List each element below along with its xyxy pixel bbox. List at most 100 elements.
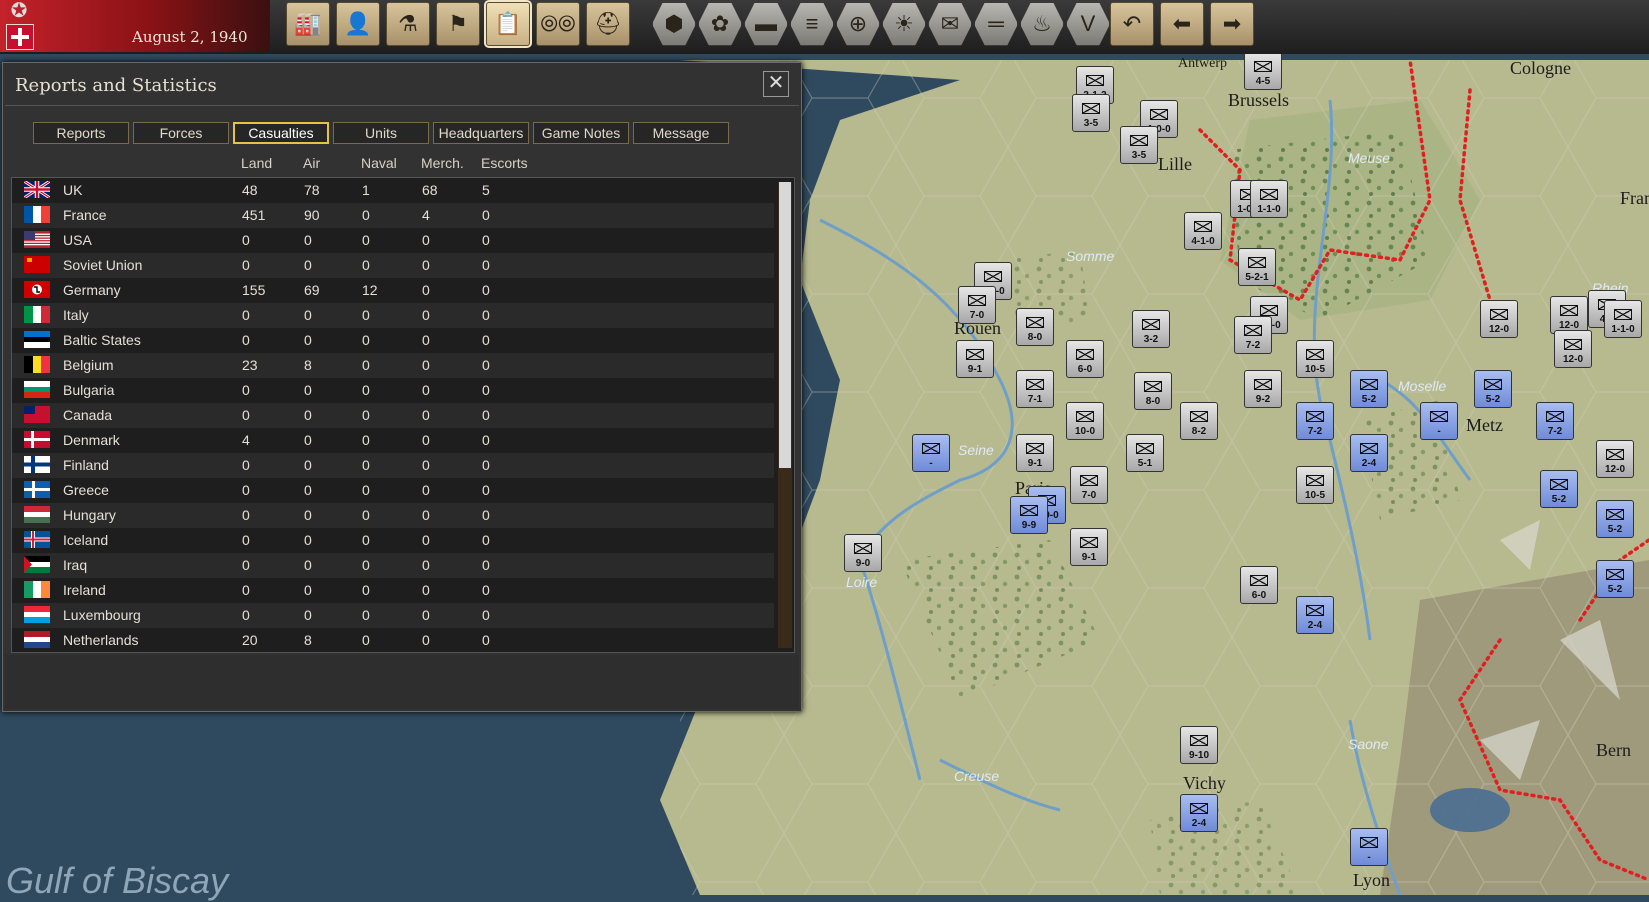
hex-icon[interactable]: ⬢ — [652, 2, 696, 46]
unit-counter[interactable]: 4-5 — [1244, 52, 1282, 90]
unit-counter[interactable]: 5-2 — [1596, 560, 1634, 598]
unit-counter[interactable]: 12-0 — [1480, 300, 1518, 338]
table-row[interactable]: Greece 0 0 0 0 0 — [12, 478, 774, 503]
uk-flag-icon[interactable] — [6, 24, 34, 50]
tab-headquarters[interactable]: Headquarters — [433, 122, 529, 144]
unit-counter[interactable]: 9-10 — [1180, 726, 1218, 764]
lines-icon[interactable]: ═ — [974, 2, 1018, 46]
hex-cluster-icon[interactable]: ✿ — [698, 2, 742, 46]
scrollbar-thumb[interactable] — [779, 182, 791, 468]
table-row[interactable]: UK 48 78 1 68 5 — [12, 178, 774, 203]
table-row[interactable]: Iraq 0 0 0 0 0 — [12, 553, 774, 578]
table-row[interactable]: Soviet Union 0 0 0 0 0 — [12, 253, 774, 278]
unit-counter[interactable]: 5-1 — [1126, 434, 1164, 472]
unit-counter[interactable]: 7-2 — [1234, 316, 1272, 354]
unit-counter[interactable]: 2-4 — [1350, 434, 1388, 472]
table-row[interactable]: Iceland 0 0 0 0 0 — [12, 528, 774, 553]
unit-counter[interactable]: 9-1 — [956, 340, 994, 378]
flame-icon[interactable]: ♨ — [1020, 2, 1064, 46]
tank-icon[interactable]: ▬ — [744, 2, 788, 46]
unit-counter[interactable]: 10-5 — [1296, 340, 1334, 378]
table-row[interactable]: Canada 0 0 0 0 0 — [12, 403, 774, 428]
tab-casualties[interactable]: Casualties — [233, 122, 329, 144]
table-row[interactable]: Italy 0 0 0 0 0 — [12, 303, 774, 328]
unit-counter[interactable]: 8-0 — [1016, 308, 1054, 346]
table-row[interactable]: Luxembourg 0 0 0 0 0 — [12, 603, 774, 628]
unit-counter[interactable]: 10-5 — [1296, 466, 1334, 504]
table-row[interactable]: Denmark 4 0 0 0 0 — [12, 428, 774, 453]
tab-message[interactable]: Message — [633, 122, 729, 144]
table-row[interactable]: Netherlands 20 8 0 0 0 — [12, 628, 774, 652]
tab-game-notes[interactable]: Game Notes — [533, 122, 629, 144]
tab-forces[interactable]: Forces — [133, 122, 229, 144]
unit-counter[interactable]: 9-2 — [1244, 370, 1282, 408]
unit-counter[interactable]: 4-1-0 — [1184, 212, 1222, 250]
intelligence-binoculars-icon[interactable]: ⦾⦾ — [536, 2, 580, 46]
diplomacy-icon[interactable]: 👤 — [336, 2, 380, 46]
unit-counter[interactable]: 6-0 — [1240, 566, 1278, 604]
unit-counter[interactable]: 6-0 — [1066, 340, 1104, 378]
next-arrow-icon[interactable]: ➡ — [1210, 2, 1254, 46]
unit-counter[interactable]: 5-2 — [1350, 370, 1388, 408]
unit-counter[interactable]: 9-1 — [1016, 434, 1054, 472]
table-row[interactable]: Hungary 0 0 0 0 0 — [12, 503, 774, 528]
unit-counter[interactable]: 2-4 — [1180, 794, 1218, 832]
unit-counter[interactable]: 9-0 — [844, 534, 882, 572]
victory-icon[interactable]: V — [1066, 2, 1110, 46]
weather-sun-icon[interactable]: ☀ — [882, 2, 926, 46]
tab-reports[interactable]: Reports — [33, 122, 129, 144]
table-scrollbar[interactable] — [778, 182, 792, 648]
unit-counter[interactable]: 7-2 — [1296, 402, 1334, 440]
undo-icon[interactable]: ↶ — [1110, 2, 1154, 46]
country-name: USA — [63, 232, 92, 248]
country-name: Hungary — [63, 507, 116, 523]
unit-counter[interactable]: 8-0 — [1134, 372, 1172, 410]
envelope-icon[interactable]: ✉ — [928, 2, 972, 46]
table-row[interactable]: Germany 155 69 12 0 0 — [12, 278, 774, 303]
unit-counter[interactable]: 7-0 — [958, 286, 996, 324]
unit-counter[interactable]: 5-2-1 — [1238, 248, 1276, 286]
unit-strength: 5-2 — [1485, 394, 1501, 405]
objectives-flag-icon[interactable]: ⚑ — [436, 2, 480, 46]
table-row[interactable]: Belgium 23 8 0 0 0 — [12, 353, 774, 378]
table-row[interactable]: Bulgaria 0 0 0 0 0 — [12, 378, 774, 403]
unit-counter[interactable]: 12-0 — [1550, 296, 1588, 334]
unit-counter[interactable]: - — [1420, 402, 1458, 440]
unit-counter[interactable]: 1-1-0 — [1250, 180, 1288, 218]
unit-counter[interactable]: 3-5 — [1120, 126, 1158, 164]
unit-counter[interactable]: 3-5 — [1072, 94, 1110, 132]
unit-counter[interactable]: 12-0 — [1554, 330, 1592, 368]
unit-counter[interactable]: 7-0 — [1070, 466, 1108, 504]
target-icon[interactable]: ⊕ — [836, 2, 880, 46]
supply-icon[interactable]: ≡ — [790, 2, 834, 46]
unit-counter[interactable]: 10-0 — [1066, 402, 1104, 440]
table-row[interactable]: USA 0 0 0 0 0 — [12, 228, 774, 253]
prev-arrow-icon[interactable]: ⬅ — [1160, 2, 1204, 46]
top-toolbar: ✪ August 2, 1940 🏭 👤 ⚗ ⚑ 📋 ⦾⦾ ⛑ ⬢ ✿ ▬ ≡ ⊕ ☀ ✉ ═ ♨ V ↶ ⬅ ➡ — [0, 0, 1649, 54]
production-icon[interactable]: 🏭 — [286, 2, 330, 46]
table-row[interactable]: France 451 90 0 4 0 — [12, 203, 774, 228]
unit-counter[interactable]: 5-2 — [1540, 470, 1578, 508]
close-icon[interactable]: ✕ — [763, 71, 789, 97]
unit-counter[interactable]: 2-4 — [1296, 596, 1334, 634]
table-row[interactable]: Baltic States 0 0 0 0 0 — [12, 328, 774, 353]
unit-counter[interactable]: - — [1350, 828, 1388, 866]
unit-counter[interactable]: 9-1 — [1070, 528, 1108, 566]
unit-counter[interactable]: 8-2 — [1180, 402, 1218, 440]
unit-counter[interactable]: 7-2 — [1536, 402, 1574, 440]
unit-counter[interactable]: 5-2 — [1596, 500, 1634, 538]
unit-counter[interactable]: 7-1 — [1016, 370, 1054, 408]
unit-counter[interactable]: 5-2 — [1474, 370, 1512, 408]
game-menu-icon[interactable]: ✪ — [4, 0, 34, 22]
table-row[interactable]: Finland 0 0 0 0 0 — [12, 453, 774, 478]
unit-counter[interactable]: 12-0 — [1596, 440, 1634, 478]
unit-counter[interactable]: - — [912, 434, 950, 472]
unit-counter[interactable]: 1-1-0 — [1604, 300, 1642, 338]
tab-units[interactable]: Units — [333, 122, 429, 144]
reports-icon[interactable]: 📋 — [484, 0, 532, 48]
helmet-icon[interactable]: ⛑ — [586, 2, 630, 46]
unit-counter[interactable]: 3-2 — [1132, 310, 1170, 348]
table-row[interactable]: Ireland 0 0 0 0 0 — [12, 578, 774, 603]
unit-counter[interactable]: 9-9 — [1010, 496, 1048, 534]
research-icon[interactable]: ⚗ — [386, 2, 430, 46]
